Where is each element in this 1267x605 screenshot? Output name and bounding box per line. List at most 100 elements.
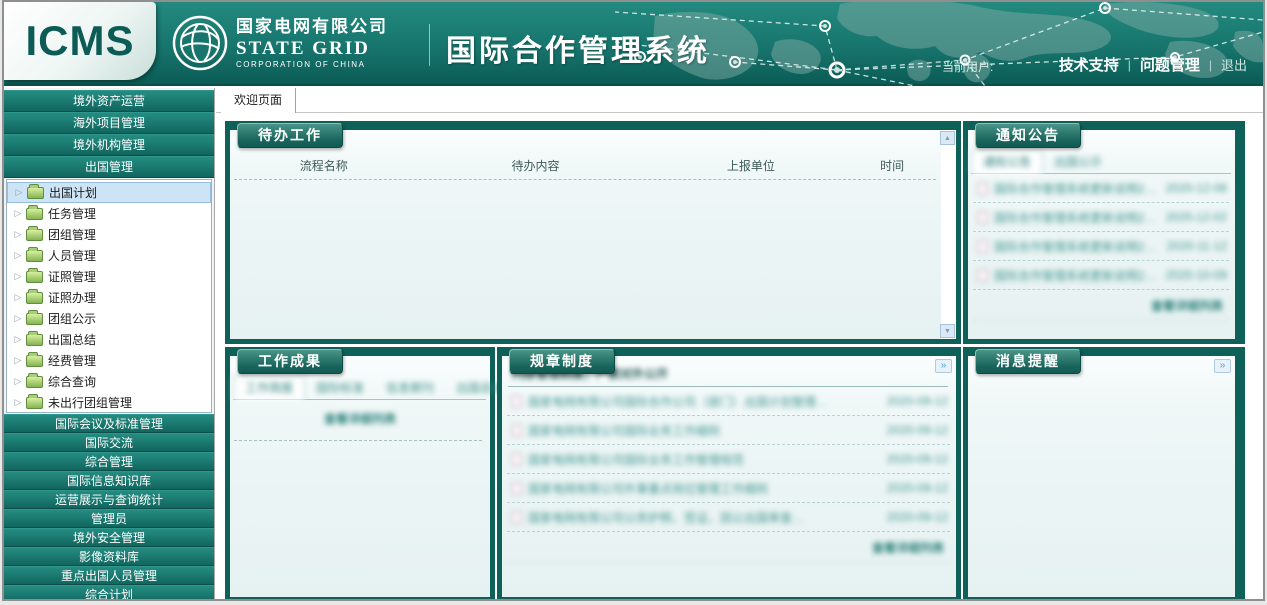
document-icon — [511, 453, 522, 466]
sidebar-section-abroad-management[interactable]: 出国管理 — [4, 156, 214, 178]
document-icon — [977, 240, 988, 253]
tree-item-abroad-plan[interactable]: ▷ 出国计划 — [7, 182, 211, 203]
notice-item[interactable]: 国际合作管理系统更新说明20201009 2020-10-09 — [973, 261, 1229, 290]
tree-expand-icon[interactable]: ▷ — [12, 208, 24, 219]
tree-item-label: 人员管理 — [48, 247, 96, 264]
sidebar-section-administrator[interactable]: 管理员 — [4, 509, 214, 528]
document-icon — [511, 511, 522, 524]
tech-support-link[interactable]: 技术支持 — [1059, 54, 1119, 75]
tree-expand-icon[interactable]: ▷ — [12, 376, 24, 387]
tree-expand-icon[interactable]: ▷ — [12, 250, 24, 261]
tree-item-personnel-management[interactable]: ▷ 人员管理 — [7, 245, 211, 266]
tree-expand-icon[interactable]: ▷ — [12, 313, 24, 324]
company-name-sub: CORPORATION OF CHINA — [236, 61, 388, 70]
folder-icon — [26, 250, 43, 262]
rules-item[interactable]: 国家电网有限公司国际业务工作管理规范 2020-09-12 — [507, 445, 950, 474]
scroll-down-button[interactable]: ▼ — [940, 324, 955, 338]
rules-item[interactable]: 国家电网有限公司国际业务工作细则 2020-09-12 — [507, 416, 950, 445]
sidebar-section-overseas-assets[interactable]: 境外资产运营 — [4, 90, 214, 112]
tree-expand-icon[interactable]: ▷ — [12, 355, 24, 366]
tree-item-funds-management[interactable]: ▷ 经费管理 — [7, 350, 211, 371]
tab-bar: 欢迎页面 — [216, 88, 1263, 113]
notice-subtabs: 通知公告 出国公示 — [971, 151, 1231, 174]
logout-link[interactable]: 退出 — [1221, 55, 1247, 74]
rules-item-title: 国家电网有限公司外事重点岗位管理工作细则 — [528, 480, 884, 497]
notice-item[interactable]: 国际合作管理系统更新说明20201112 2020-11-12 — [973, 232, 1229, 261]
folder-icon — [26, 376, 43, 388]
tree-item-certificate-processing[interactable]: ▷ 证照办理 — [7, 287, 211, 308]
messages-expand-icon[interactable]: » — [1214, 359, 1231, 373]
todo-col-content: 待办内容 — [416, 157, 656, 174]
panel-todo-title: 待办工作 — [237, 123, 343, 148]
issue-management-link[interactable]: 问题管理 — [1140, 54, 1200, 75]
folder-icon — [26, 229, 43, 241]
sidebar-section-media-library[interactable]: 影像资料库 — [4, 547, 214, 566]
document-icon — [511, 395, 522, 408]
tree-item-comprehensive-query[interactable]: ▷ 综合查询 — [7, 371, 211, 392]
folder-icon — [27, 187, 44, 199]
tree-expand-icon[interactable]: ▷ — [13, 187, 25, 198]
rules-item[interactable]: 国家电网有限公司外事重点岗位管理工作细则 2020-09-12 — [507, 474, 950, 503]
panel-message-reminders: 消息提醒 » — [963, 347, 1245, 601]
tree-expand-icon[interactable]: ▷ — [12, 397, 24, 408]
tree-item-group-publicity[interactable]: ▷ 团组公示 — [7, 308, 211, 329]
todo-table-header: 流程名称 待办内容 上报单位 时间 — [232, 157, 938, 174]
state-grid-logo-icon — [172, 15, 228, 71]
notice-item[interactable]: 国际合作管理系统更新说明20201208 2020-12-08 — [973, 174, 1229, 203]
app-window: ICMS 国家电网有限公司 STATE GRID CORPORATION OF … — [2, 0, 1265, 601]
tree-expand-icon[interactable]: ▷ — [12, 292, 24, 303]
tree-item-certificate-management[interactable]: ▷ 证照管理 — [7, 266, 211, 287]
notice-item-date: 2020-11-12 — [1163, 239, 1229, 253]
sidebar-section-operation-display[interactable]: 运营展示与查询统计 — [4, 490, 214, 509]
todo-scrollbar-track[interactable]: ▲ ▼ — [941, 130, 956, 339]
rules-item-title: 国家电网有限公司国际合作公司（部门）出国计划管理… — [528, 393, 884, 410]
rules-item-date: 2020-09-12 — [884, 423, 950, 437]
main-content: 欢迎页面 待办工作 流程名称 待办内容 上报单位 时间 ▲ ▼ 通知公告 通知公… — [216, 88, 1263, 599]
panel-rules: 规章制度 » 内部管理制度，严禁对外公开 国家电网有限公司国际合作公司（部门）出… — [497, 347, 961, 601]
tree-item-task-management[interactable]: ▷ 任务管理 — [7, 203, 211, 224]
company-name-cn: 国家电网有限公司 — [236, 18, 388, 37]
panel-todo-work: 待办工作 流程名称 待办内容 上报单位 时间 ▲ ▼ — [225, 121, 961, 344]
sidebar-section-intl-exchange[interactable]: 国际交流 — [4, 433, 214, 452]
subtab-info-periodical[interactable]: 信息期刊 — [375, 377, 445, 399]
current-user-label: 当前用户: — [942, 58, 993, 75]
tree-item-label: 未出行团组管理 — [48, 394, 132, 411]
folder-icon — [26, 334, 43, 346]
sidebar-section-intl-meetings[interactable]: 国际会议及标准管理 — [4, 414, 214, 433]
rules-item[interactable]: 国家电网有限公司国际合作公司（部门）出国计划管理… 2020-09-12 — [507, 387, 950, 416]
rules-item-date: 2020-09-12 — [884, 452, 950, 466]
sidebar-section-overseas-orgs[interactable]: 境外机构管理 — [4, 134, 214, 156]
rules-view-details-link[interactable]: 查看详细列表 — [507, 532, 950, 563]
sidebar-section-comprehensive-management[interactable]: 综合管理 — [4, 452, 214, 471]
document-icon — [977, 211, 988, 224]
tree-item-abroad-summary[interactable]: ▷ 出国总结 — [7, 329, 211, 350]
sidebar-section-key-personnel[interactable]: 重点出国人员管理 — [4, 566, 214, 585]
results-separator — [234, 440, 482, 441]
rules-item[interactable]: 国家电网有限公司公务护照、签证、因公出国审查… 2020-09-12 — [507, 503, 950, 532]
subtab-work-briefing[interactable]: 工作简报 — [233, 376, 305, 400]
tree-expand-icon[interactable]: ▷ — [12, 271, 24, 282]
panel-messages-title: 消息提醒 — [975, 349, 1081, 374]
sidebar-section-overseas-security[interactable]: 境外安全管理 — [4, 528, 214, 547]
tree-expand-icon[interactable]: ▷ — [12, 229, 24, 240]
document-icon — [977, 182, 988, 195]
subtab-intl-standards[interactable]: 国际标准 — [305, 377, 375, 399]
subtab-notice[interactable]: 通知公告 — [971, 150, 1043, 174]
tree-item-untraveled-groups[interactable]: ▷ 未出行团组管理 — [7, 392, 211, 413]
rules-item-date: 2020-09-12 — [884, 481, 950, 495]
sidebar-section-intl-knowledge-base[interactable]: 国际信息知识库 — [4, 471, 214, 490]
sidebar-section-overseas-projects[interactable]: 海外项目管理 — [4, 112, 214, 134]
tree-item-label: 出国计划 — [49, 184, 97, 201]
sidebar-section-comprehensive-plan[interactable]: 综合计划 — [4, 585, 214, 601]
subtab-abroad-publicity[interactable]: 出国公示 — [1043, 151, 1113, 173]
document-icon — [511, 424, 522, 437]
tree-item-group-management[interactable]: ▷ 团组管理 — [7, 224, 211, 245]
results-view-details-link[interactable]: 查看详细列表 — [230, 400, 490, 435]
icms-logo: ICMS — [4, 2, 156, 80]
notice-view-details-link[interactable]: 查看详细列表 — [973, 290, 1229, 321]
notice-item-date: 2020-12-08 — [1163, 181, 1229, 195]
notice-item[interactable]: 国际合作管理系统更新说明20201202 2020-12-02 — [973, 203, 1229, 232]
tab-welcome-page[interactable]: 欢迎页面 — [221, 88, 296, 113]
tree-expand-icon[interactable]: ▷ — [12, 334, 24, 345]
scroll-up-button[interactable]: ▲ — [940, 131, 955, 145]
